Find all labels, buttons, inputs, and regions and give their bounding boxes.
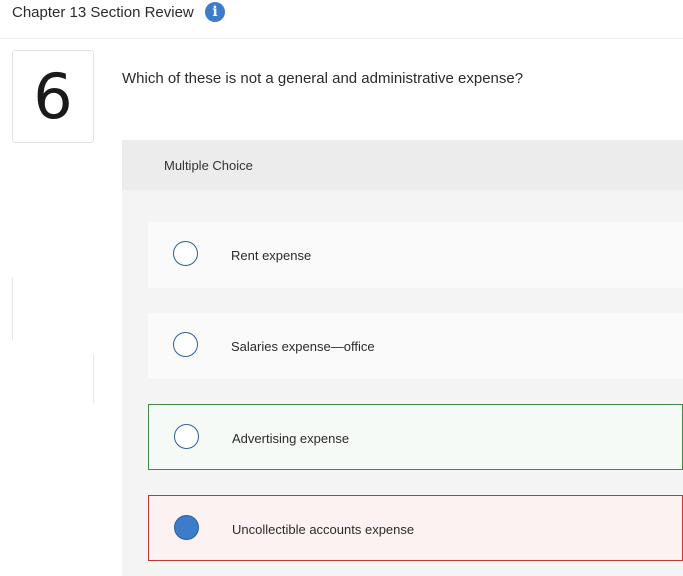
choice-option-incorrect[interactable]: Uncollectible accounts expense: [148, 495, 683, 561]
choice-option[interactable]: Rent expense: [148, 222, 683, 288]
choice-label: Salaries expense—office: [231, 339, 375, 354]
answer-panel-header: Multiple Choice: [122, 140, 683, 190]
info-icon[interactable]: i: [205, 2, 225, 22]
choice-label: Uncollectible accounts expense: [232, 522, 415, 537]
question-number-box: 6: [12, 50, 94, 143]
radio-button-selected[interactable]: [174, 515, 199, 540]
divider: [12, 278, 13, 340]
question-number: 6: [33, 60, 73, 133]
radio-button[interactable]: [173, 241, 198, 266]
page-header: Chapter 13 Section Review i: [0, 0, 683, 39]
radio-button[interactable]: [174, 424, 199, 449]
divider: [93, 355, 94, 403]
choice-label: Rent expense: [231, 248, 312, 263]
answer-panel: Multiple Choice Rent expense Salaries ex…: [122, 140, 683, 576]
choice-option[interactable]: Salaries expense—office: [148, 313, 683, 379]
radio-button[interactable]: [173, 332, 198, 357]
choice-label: Advertising expense: [232, 431, 350, 446]
page-title: Chapter 13 Section Review: [12, 4, 194, 21]
choice-option-correct[interactable]: Advertising expense: [148, 404, 683, 470]
question-type-label: Multiple Choice: [164, 158, 253, 173]
question-text: Which of these is not a general and admi…: [122, 70, 524, 87]
